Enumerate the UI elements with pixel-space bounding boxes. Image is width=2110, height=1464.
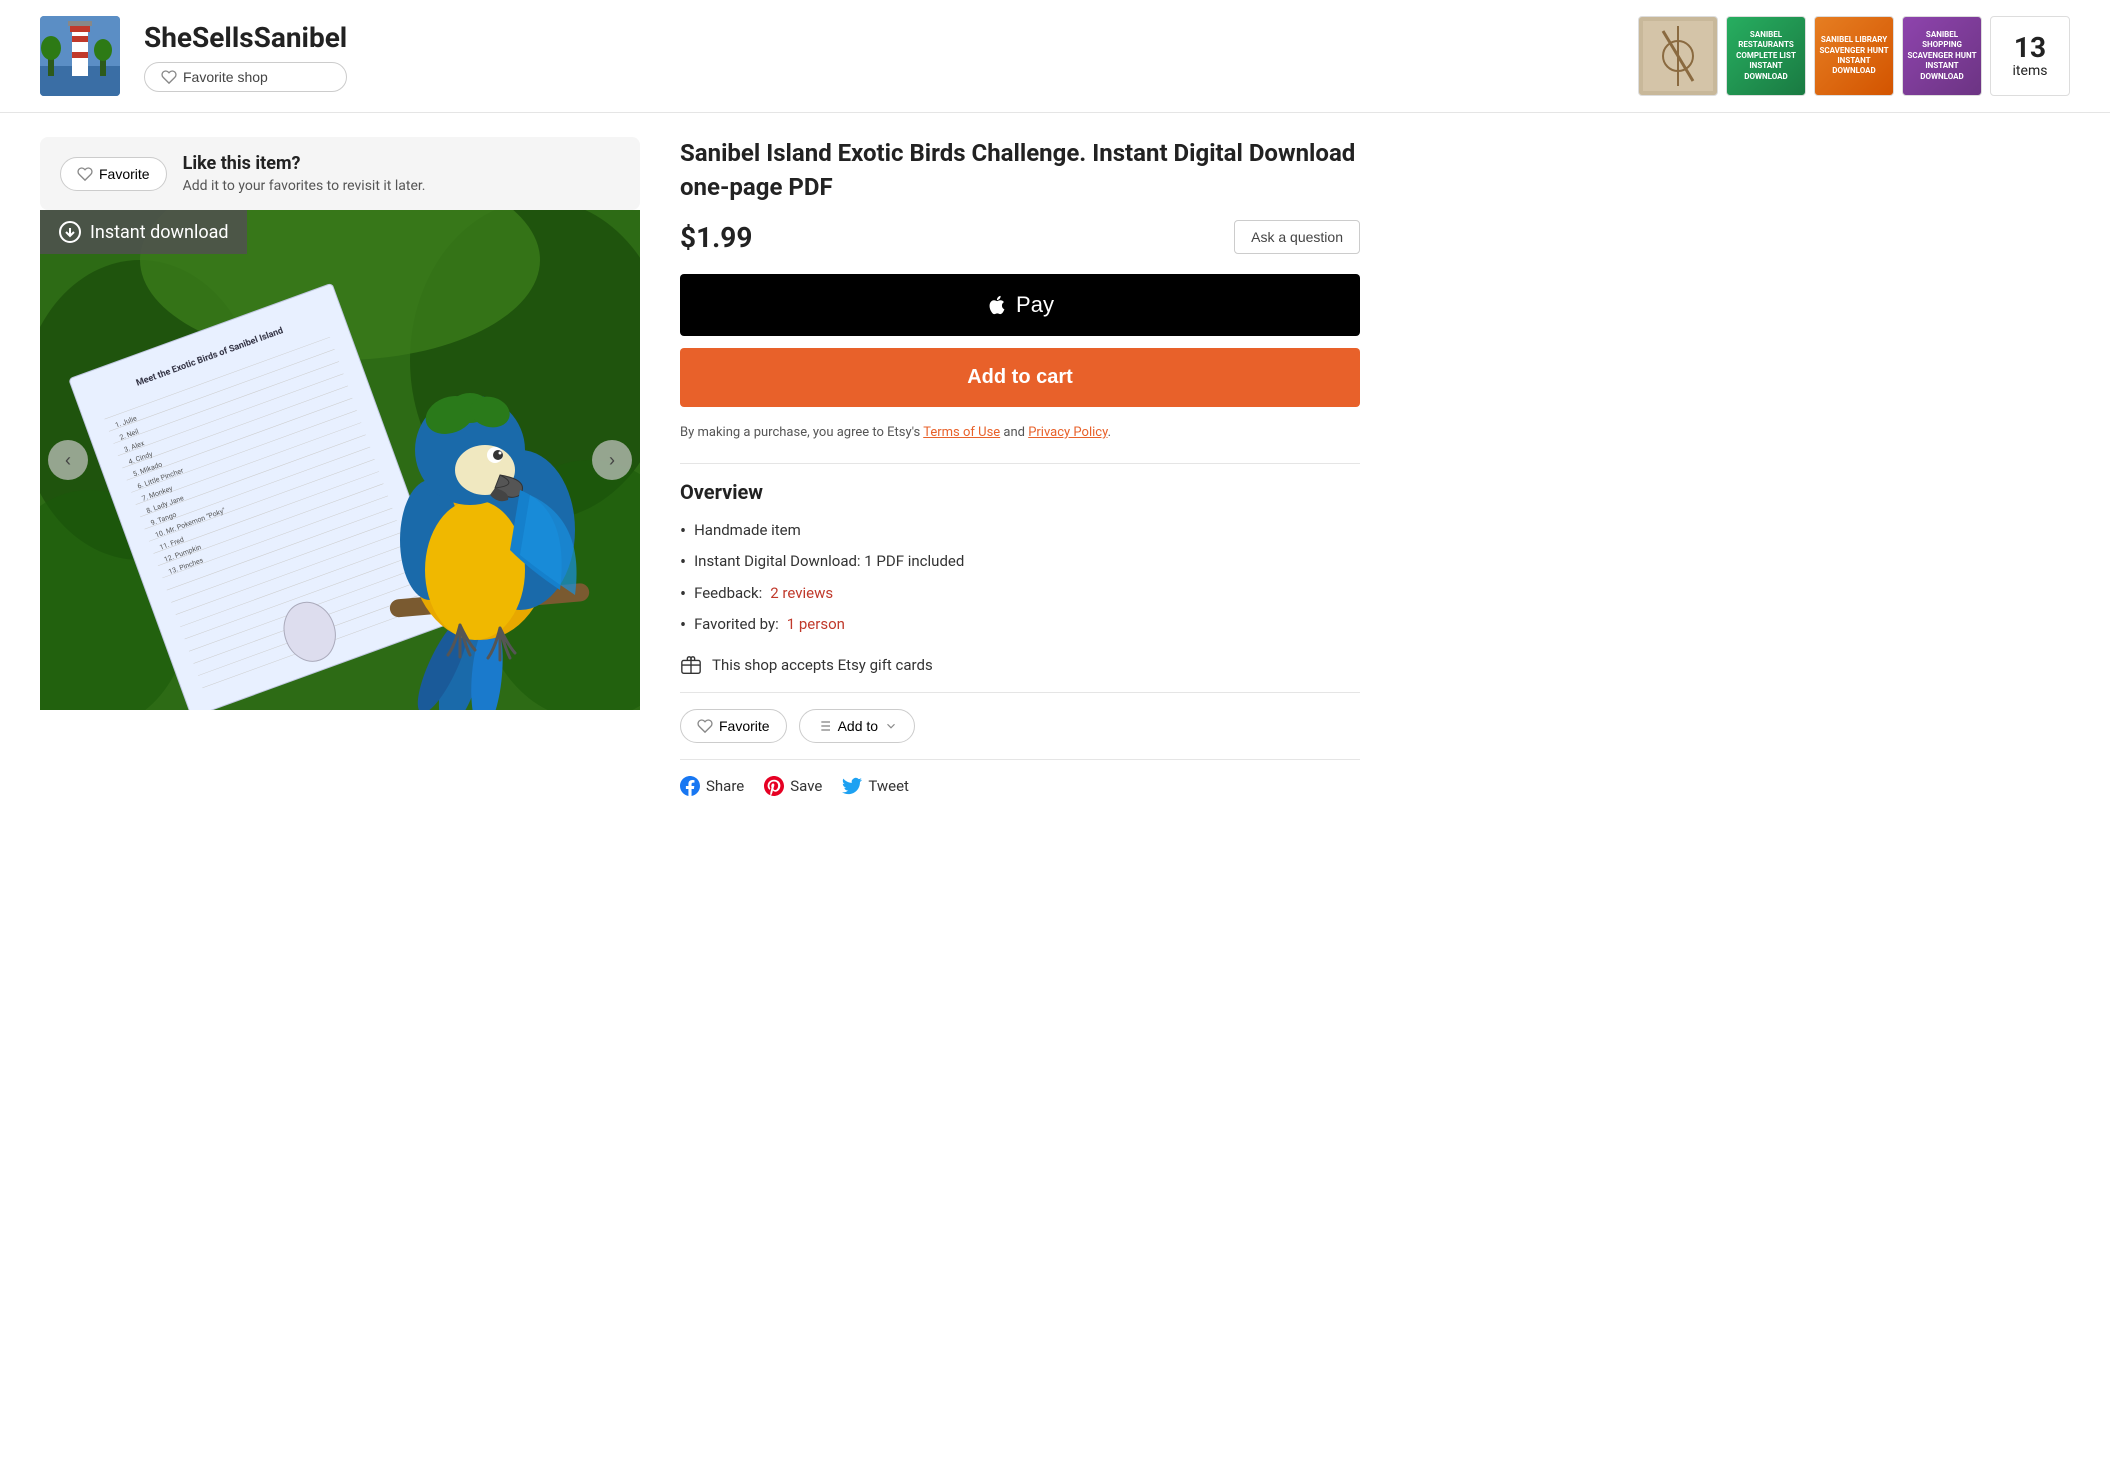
- pinterest-icon: [764, 776, 784, 796]
- action-row: Favorite Add to: [680, 709, 1360, 743]
- terms-of-use-link[interactable]: Terms of Use: [923, 425, 1000, 440]
- thumbnail-1[interactable]: [1638, 16, 1718, 96]
- thumb-4-text: SANIBEL SHOPPINGSCAVENGER HUNTINSTANT DO…: [1907, 30, 1977, 82]
- thumbnail-2[interactable]: SANIBEL RESTAURANTSCOMPLETE LISTINSTANT …: [1726, 16, 1806, 96]
- price-row: $1.99 Ask a question: [680, 220, 1360, 254]
- favorite-shop-button[interactable]: Favorite shop: [144, 62, 347, 92]
- thumb-image-1: [1643, 21, 1713, 91]
- divider-1: [680, 463, 1360, 464]
- prev-image-button[interactable]: ‹: [48, 440, 88, 480]
- overview-item-2-text: Instant Digital Download: 1 PDF included: [694, 552, 964, 570]
- right-arrow-icon: ›: [609, 450, 615, 471]
- thumb-2-text: SANIBEL RESTAURANTSCOMPLETE LISTINSTANT …: [1731, 30, 1801, 82]
- instant-download-label: Instant download: [90, 222, 229, 243]
- left-arrow-icon: ‹: [65, 450, 71, 471]
- download-icon: [58, 220, 82, 244]
- product-image-container: Instant download ‹: [40, 210, 640, 710]
- product-image: Meet the Exotic Birds of Sanibel Island: [40, 210, 640, 710]
- gift-card-text: This shop accepts Etsy gift cards: [712, 656, 933, 674]
- thumbnail-4[interactable]: SANIBEL SHOPPINGSCAVENGER HUNTINSTANT DO…: [1902, 16, 1982, 96]
- product-price: $1.99: [680, 221, 752, 254]
- product-image-svg: Meet the Exotic Birds of Sanibel Island: [40, 210, 640, 710]
- add-to-cart-button[interactable]: Add to cart: [680, 348, 1360, 407]
- thumbnail-3[interactable]: SANIBEL LIBRARYSCAVENGER HUNTINSTANT DOW…: [1814, 16, 1894, 96]
- twitter-tweet-button[interactable]: Tweet: [842, 776, 909, 796]
- ask-question-label: Ask a question: [1251, 229, 1343, 245]
- favorite-product-label: Favorite: [719, 718, 770, 734]
- ask-question-button[interactable]: Ask a question: [1234, 220, 1360, 254]
- shop-thumbnails: SANIBEL RESTAURANTSCOMPLETE LISTINSTANT …: [1638, 16, 2070, 96]
- favorited-by-link[interactable]: 1 person: [787, 615, 845, 633]
- next-image-button[interactable]: ›: [592, 440, 632, 480]
- overview-item-2: Instant Digital Download: 1 PDF included: [680, 547, 1360, 579]
- heart-icon: [161, 69, 177, 85]
- share-row: Share Save Tweet: [680, 759, 1360, 796]
- right-column: Sanibel Island Exotic Birds Challenge. I…: [680, 137, 1360, 796]
- apple-logo-icon: [986, 294, 1008, 316]
- add-to-label: Add to: [838, 718, 878, 734]
- overview-list: Handmade item Instant Digital Download: …: [680, 516, 1360, 642]
- overview-item-1-text: Handmade item: [694, 521, 801, 539]
- gift-card-icon: [680, 654, 702, 676]
- terms-text: By making a purchase, you agree to Etsy'…: [680, 423, 1360, 443]
- shop-logo: [40, 16, 120, 96]
- shop-name: SheSellsSanibel: [144, 21, 347, 54]
- add-to-button[interactable]: Add to: [799, 709, 915, 743]
- favorite-bar-text: Like this item? Add it to your favorites…: [183, 153, 426, 194]
- favorite-product-button[interactable]: Favorite: [680, 709, 787, 743]
- heart-icon: [77, 166, 93, 182]
- twitter-tweet-label: Tweet: [868, 777, 909, 795]
- divider-2: [680, 692, 1360, 693]
- favorite-bar-btn-label: Favorite: [99, 166, 150, 182]
- items-count-box: 13 items: [1990, 16, 2070, 96]
- reviews-link[interactable]: 2 reviews: [770, 584, 833, 602]
- favorite-bar-title: Like this item?: [183, 153, 426, 174]
- instant-download-badge: Instant download: [40, 210, 247, 254]
- privacy-policy-link[interactable]: Privacy Policy: [1028, 425, 1107, 440]
- list-icon: [816, 718, 832, 734]
- pinterest-save-label: Save: [790, 777, 822, 795]
- items-number: 13: [2014, 33, 2046, 64]
- favorite-item-button[interactable]: Favorite: [60, 157, 167, 191]
- chevron-down-icon: [884, 719, 898, 733]
- favorite-bar: Favorite Like this item? Add it to your …: [40, 137, 640, 210]
- overview-item-3: Feedback: 2 reviews: [680, 579, 1360, 611]
- items-label: items: [2013, 64, 2048, 79]
- twitter-icon: [842, 776, 862, 796]
- add-to-cart-label: Add to cart: [967, 366, 1073, 388]
- facebook-icon: [680, 776, 700, 796]
- overview-item-4: Favorited by: 1 person: [680, 610, 1360, 642]
- header: SheSellsSanibel Favorite shop SANIBEL RE…: [0, 0, 2110, 113]
- main-content: Favorite Like this item? Add it to your …: [0, 113, 1400, 820]
- facebook-share-label: Share: [706, 777, 744, 795]
- apple-pay-label: Pay: [1016, 292, 1054, 318]
- heart-icon: [697, 718, 713, 734]
- overview-item-4-text: Favorited by:: [694, 615, 779, 633]
- shop-name-area: SheSellsSanibel Favorite shop: [144, 21, 347, 92]
- overview-item-1: Handmade item: [680, 516, 1360, 548]
- left-column: Favorite Like this item? Add it to your …: [40, 137, 640, 796]
- gift-card-row: This shop accepts Etsy gift cards: [680, 654, 1360, 676]
- apple-pay-button[interactable]: Pay: [680, 274, 1360, 336]
- favorite-shop-label: Favorite shop: [183, 69, 268, 85]
- favorite-bar-subtitle: Add it to your favorites to revisit it l…: [183, 178, 426, 194]
- thumb-3-text: SANIBEL LIBRARYSCAVENGER HUNTINSTANT DOW…: [1819, 35, 1889, 77]
- facebook-share-button[interactable]: Share: [680, 776, 744, 796]
- pinterest-save-button[interactable]: Save: [764, 776, 822, 796]
- overview-title: Overview: [680, 480, 1360, 504]
- product-title: Sanibel Island Exotic Birds Challenge. I…: [680, 137, 1360, 204]
- overview-item-3-text: Feedback:: [694, 584, 762, 602]
